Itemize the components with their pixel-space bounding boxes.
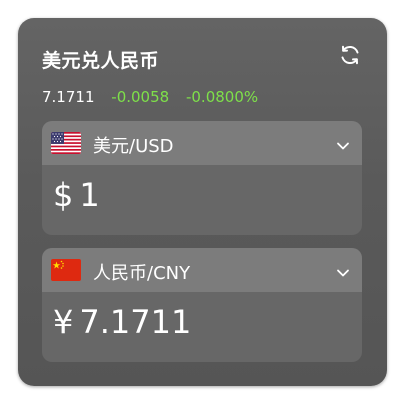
chevron-down-icon[interactable] [336, 263, 350, 277]
from-currency-label: 美元/USD [93, 136, 174, 157]
to-amount-output[interactable]: ¥ 7.1711 [53, 303, 191, 341]
exchange-rate-widget: 美元兑人民币 7.1711 -0.0058 -0.0800% 美元/USD $ … [18, 18, 387, 386]
to-currency-label: 人民币/CNY [93, 263, 191, 284]
to-amount-value: 7.1711 [79, 303, 192, 341]
rate-change: -0.0058 [111, 88, 170, 106]
widget-title: 美元兑人民币 [42, 50, 160, 72]
yuan-symbol: ¥ [53, 303, 74, 341]
rate-change-percent: -0.0800% [185, 88, 259, 106]
to-currency-panel: 人民币/CNY ¥ 7.1711 [42, 248, 362, 362]
from-currency-panel: 美元/USD $ 1 [42, 121, 362, 235]
us-flag-icon [51, 132, 81, 154]
exchange-rate-value: 7.1711 [42, 88, 95, 106]
dollar-symbol: $ [53, 176, 74, 214]
cn-flag-icon [51, 259, 81, 281]
from-amount-value: 1 [79, 176, 100, 214]
from-amount-input[interactable]: $ 1 [53, 176, 100, 214]
to-currency-selector[interactable]: 人民币/CNY [42, 248, 362, 292]
rate-summary: 7.1711 -0.0058 -0.0800% [42, 88, 270, 106]
chevron-down-icon[interactable] [336, 136, 350, 150]
refresh-icon[interactable] [338, 43, 362, 67]
from-currency-selector[interactable]: 美元/USD [42, 121, 362, 165]
